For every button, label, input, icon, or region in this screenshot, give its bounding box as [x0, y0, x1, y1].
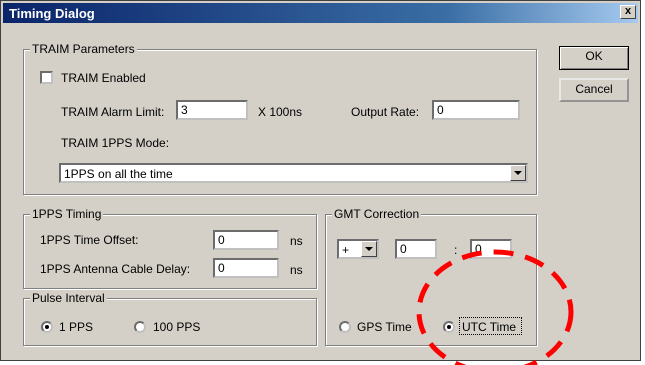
- pulse-100pps-radio[interactable]: [134, 321, 146, 333]
- close-button[interactable]: x: [620, 5, 636, 19]
- traim-enabled-label: TRAIM Enabled: [61, 71, 146, 85]
- pps-cable-delay-input[interactable]: 0: [213, 258, 279, 278]
- pulse-1pps-radio[interactable]: [41, 321, 53, 333]
- pulse-100pps-label: 100 PPS: [153, 320, 201, 334]
- traim-mode-label: TRAIM 1PPS Mode:: [61, 136, 170, 150]
- gmt-sign-value: +: [342, 243, 350, 257]
- traim-mode-value: 1PPS on all the time: [64, 167, 173, 181]
- traim-alarm-unit-label: X 100ns: [258, 105, 303, 119]
- gmt-separator: :: [454, 243, 458, 257]
- gmt-minutes-input[interactable]: 0: [470, 239, 512, 259]
- pps-offset-unit: ns: [290, 234, 303, 248]
- output-rate-input[interactable]: 0: [432, 100, 520, 120]
- cancel-button[interactable]: Cancel: [559, 78, 629, 102]
- pps-timing-legend: 1PPS Timing: [30, 207, 104, 221]
- output-rate-label: Output Rate:: [351, 105, 420, 119]
- pps-offset-label: 1PPS Time Offset:: [40, 233, 139, 247]
- pps-offset-input[interactable]: 0: [213, 230, 279, 250]
- chevron-down-icon[interactable]: [510, 165, 526, 181]
- gps-time-radio[interactable]: [339, 321, 351, 333]
- traim-parameters-legend: TRAIM Parameters: [30, 42, 137, 56]
- gmt-sign-select[interactable]: +: [337, 239, 379, 259]
- pps-cable-delay-unit: ns: [290, 263, 303, 277]
- ok-button[interactable]: OK: [559, 46, 629, 70]
- title-bar: Timing Dialog x: [3, 3, 638, 23]
- gmt-hours-input[interactable]: 0: [395, 239, 437, 259]
- close-icon: x: [624, 5, 632, 17]
- utc-time-radio[interactable]: [443, 321, 455, 333]
- pulse-1pps-label: 1 PPS: [59, 320, 94, 334]
- pulse-interval-legend: Pulse Interval: [30, 291, 107, 305]
- gmt-correction-legend: GMT Correction: [332, 207, 422, 221]
- timing-dialog-window: Timing Dialog x TRAIM Parameters TRAIM E…: [0, 0, 641, 361]
- utc-time-focus-outline: [459, 317, 522, 335]
- traim-alarm-limit-input[interactable]: 3: [176, 100, 248, 120]
- traim-mode-select[interactable]: 1PPS on all the time: [59, 163, 528, 183]
- gps-time-label: GPS Time: [357, 320, 412, 334]
- traim-alarm-limit-label: TRAIM Alarm Limit:: [61, 105, 165, 119]
- window-title: Timing Dialog: [9, 6, 95, 21]
- chevron-down-icon[interactable]: [361, 241, 377, 257]
- pps-cable-delay-label: 1PPS Antenna Cable Delay:: [40, 262, 191, 276]
- traim-enabled-checkbox[interactable]: [40, 71, 53, 84]
